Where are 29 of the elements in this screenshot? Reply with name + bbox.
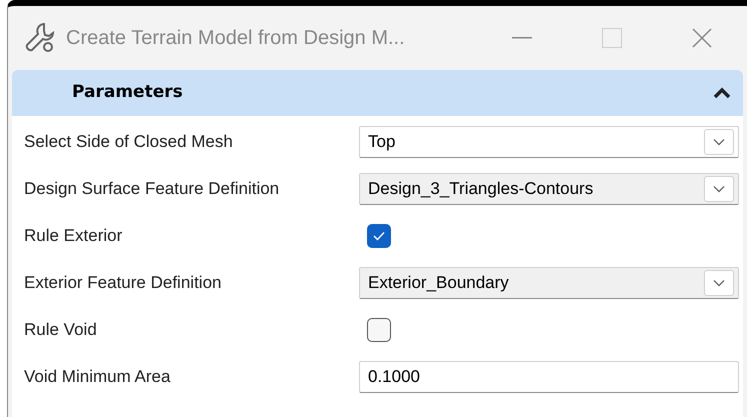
close-icon [692,28,712,48]
input-field[interactable]: 0.1000 [359,360,739,392]
chevron-up-icon [713,87,731,99]
field-label: Design Surface Feature Definition [23,178,280,200]
chevron-down-icon [713,138,725,146]
field-label: Select Side of Closed Mesh [23,130,234,153]
checkbox[interactable] [367,318,391,342]
dropdown[interactable]: Exterior_Boundary [359,266,739,298]
checkbox[interactable] [367,224,391,248]
field-label: Exterior Feature Definition [23,272,222,294]
chevron-down-icon [713,184,725,192]
chevron-down-icon [713,278,725,286]
dropdown-value: Exterior_Boundary [368,272,509,294]
dropdown-arrow-button[interactable] [704,128,734,154]
field-label: Rule Void [23,318,98,341]
dropdown-value: Design_3_Triangles-Contours [368,178,594,200]
dropdown-value: Top [368,130,396,153]
section-header[interactable]: Parameters [12,70,743,116]
section-title: Parameters [72,81,183,104]
maximize-icon [602,28,622,48]
window-title: Create Terrain Model from Design M... [66,26,405,51]
dropdown-arrow-button[interactable] [704,270,734,296]
dropdown[interactable]: Design_3_Triangles-Contours [359,172,739,204]
dropdown-arrow-button[interactable] [704,176,734,202]
field-label: Void Minimum Area [23,366,172,388]
dropdown[interactable]: Top [359,126,739,158]
checkmark-icon [373,230,385,240]
minimize-icon [512,37,532,39]
field-label: Rule Exterior [23,224,124,247]
